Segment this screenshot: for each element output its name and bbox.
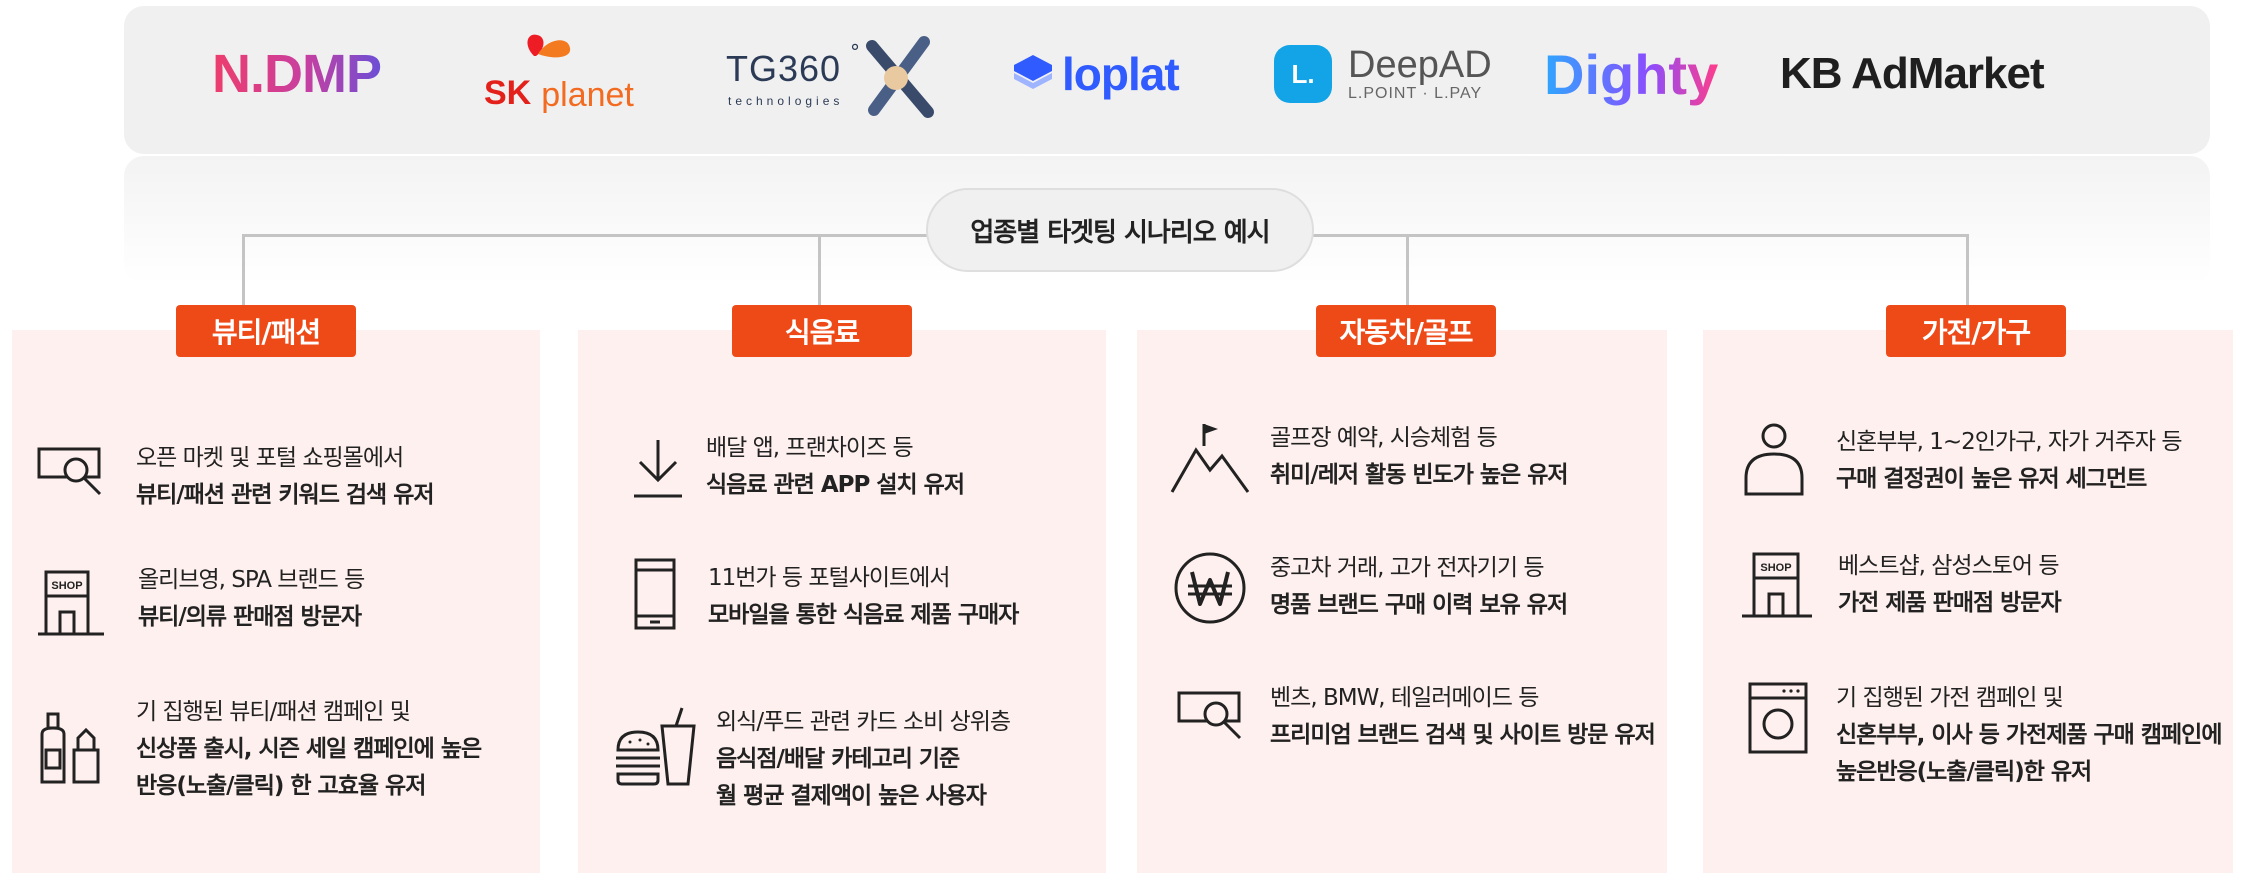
ndmp-logo-text: N.DMP — [212, 44, 382, 104]
dighty-logo-text: Dighty — [1544, 42, 1719, 106]
item-line: 벤츠, BMW, 테일러메이드 등 — [1270, 685, 1539, 711]
item-line-bold: 구매 결정권이 높은 유저 세그먼트 — [1836, 466, 2147, 492]
cosmetics-icon — [40, 712, 100, 784]
item-line: 오픈 마켓 및 포털 쇼핑몰에서 — [136, 445, 404, 471]
connector-food — [818, 234, 821, 306]
tag-beauty-fashion: 뷰티/패션 — [176, 305, 356, 357]
item-line: 배달 앱, 프랜차이즈 등 — [706, 435, 914, 461]
item-line: 올리브영, SPA 브랜드 등 — [138, 567, 365, 593]
deepad-mark-icon: L. — [1274, 45, 1332, 103]
tag-appliance-furniture: 가전/가구 — [1886, 305, 2066, 357]
item-line-bold: 식음료 관련 APP 설치 유저 — [706, 472, 965, 498]
center-title: 업종별 타겟팅 시나리오 예시 — [926, 188, 1314, 272]
loplat-logo: loplat — [1010, 0, 1180, 148]
item-line-bold: 프리미엄 브랜드 검색 및 사이트 방문 유저 — [1270, 722, 1656, 748]
tag-food-beverage: 식음료 — [732, 305, 912, 357]
connector-auto — [1406, 234, 1409, 306]
tg360-logo: TG360 ° technologies — [726, 0, 946, 148]
deepad-sub-text: L.POINT · L.PAY — [1348, 85, 1483, 102]
ndmp-logo: N.DMP — [212, 0, 382, 148]
item-line-bold: 모바일을 통한 식음료 제품 구매자 — [708, 602, 1019, 628]
item-line-bold: 신혼부부, 이사 등 가전제품 구매 캠페인에 — [1836, 722, 2222, 748]
shop-label: SHOP — [1760, 562, 1791, 574]
item-line: 골프장 예약, 시승체험 등 — [1270, 425, 1498, 451]
sk-butterfly-icon — [527, 34, 571, 58]
mountain-flag-icon — [1170, 424, 1250, 493]
item-line-bold: 뷰티/의류 판매점 방문자 — [138, 604, 362, 630]
search-screen-icon — [1177, 691, 1242, 740]
item-line-bold: 명품 브랜드 구매 이력 보유 유저 — [1270, 592, 1568, 618]
shop-icon: SHOP — [38, 570, 104, 636]
item-line: 기 집행된 뷰티/패션 캠페인 및 — [136, 699, 411, 725]
person-icon — [1744, 423, 1804, 496]
deepad-mark-text: L. — [1291, 58, 1315, 89]
item-line-bold: 월 평균 결제액이 높은 사용자 — [716, 783, 987, 809]
shop-label: SHOP — [51, 580, 82, 592]
deepad-logo-text: DeepAD — [1348, 44, 1492, 86]
won-icon — [1174, 552, 1246, 624]
item-line-bold: 음식점/배달 카테고리 기준 — [716, 746, 960, 772]
loplat-logo-text: loplat — [1062, 48, 1180, 100]
dighty-logo: Dighty — [1544, 0, 1718, 148]
item-line-bold: 높은반응(노출/클릭)한 유저 — [1836, 759, 2092, 785]
item-line-bold: 반응(노출/클릭) 한 고효율 유저 — [136, 773, 426, 799]
loplat-stack-icon — [1014, 55, 1052, 89]
item-line-bold: 뷰티/패션 관련 키워드 검색 유저 — [136, 482, 435, 508]
kb-admarket-logo: KB AdMarket — [1780, 0, 2045, 148]
tg360-sub-text: technologies — [728, 94, 844, 108]
shop-icon: SHOP — [1742, 552, 1812, 618]
tg360-x-icon — [866, 36, 934, 118]
connector-appliance — [1966, 234, 1969, 306]
item-line: 11번가 등 포털사이트에서 — [708, 565, 951, 591]
item-line-bold: 취미/레저 활동 빈도가 높은 유저 — [1270, 462, 1569, 488]
kb-admarket-logo-text: KB AdMarket — [1780, 49, 2045, 98]
washing-machine-icon — [1748, 682, 1808, 754]
item-line: 외식/푸드 관련 카드 소비 상위층 — [716, 709, 1011, 735]
search-screen-icon — [37, 447, 102, 496]
tg360-logo-text: TG360 — [726, 48, 842, 89]
item-line: 중고차 거래, 고가 전자기기 등 — [1270, 555, 1544, 581]
item-line: 신혼부부, 1~2인가구, 자가 거주자 등 — [1836, 429, 2182, 455]
sk-planet-logo: SK planet — [484, 0, 634, 148]
item-line-bold: 가전 제품 판매점 방문자 — [1838, 590, 2062, 616]
item-line: 베스트샵, 삼성스토어 등 — [1838, 553, 2060, 579]
connector-beauty — [242, 234, 245, 306]
item-line-bold: 신상품 출시, 시즌 세일 캠페인에 높은 — [136, 736, 482, 762]
mobile-icon — [634, 558, 676, 630]
fastfood-icon — [616, 707, 696, 786]
item-line: 기 집행된 가전 캠페인 및 — [1836, 685, 2064, 711]
download-icon — [634, 440, 682, 498]
deepad-logo: L. DeepAD L.POINT · L.PAY — [1274, 0, 1492, 148]
tag-auto-golf: 자동차/골프 — [1316, 305, 1496, 357]
